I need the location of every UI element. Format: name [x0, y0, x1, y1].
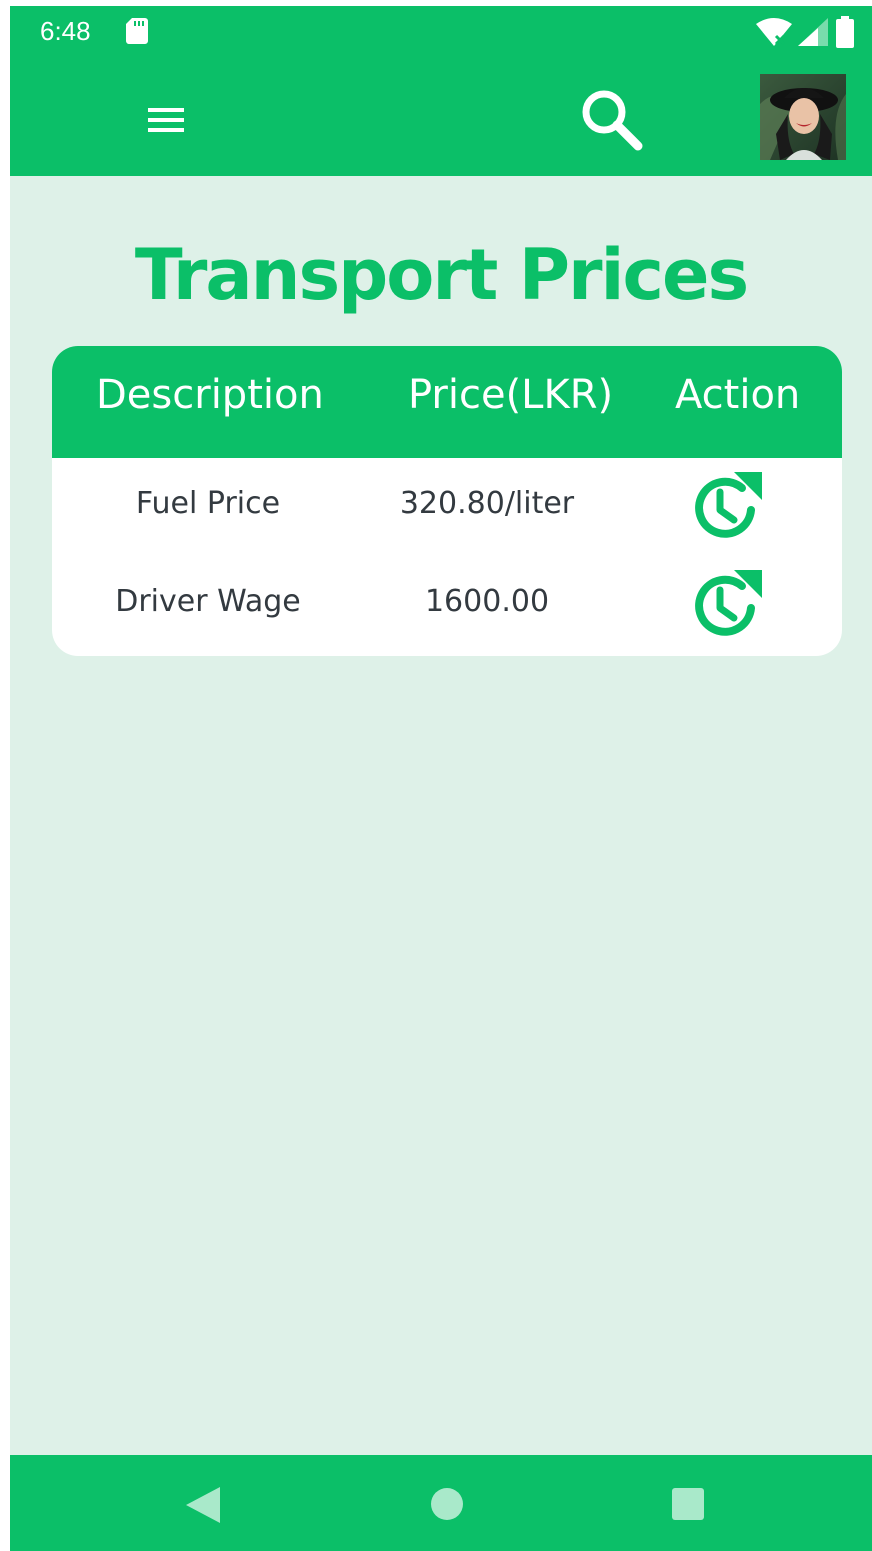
status-bar: 6:48	[10, 6, 872, 58]
row-description: Fuel Price	[135, 486, 281, 521]
table-row: Driver Wage 1600.00	[52, 556, 842, 654]
update-driver-wage-button[interactable]	[686, 566, 764, 644]
user-avatar[interactable]	[760, 74, 846, 160]
update-fuel-price-button[interactable]	[686, 468, 764, 546]
menu-button[interactable]	[144, 98, 188, 142]
price-table: Description Price(LKR) Action Fuel Price…	[52, 346, 842, 656]
header-action: Action	[675, 372, 801, 418]
status-time: 6:48	[40, 16, 91, 46]
recents-icon[interactable]	[672, 1488, 704, 1520]
app-bar	[10, 58, 872, 176]
table-header: Description Price(LKR) Action	[52, 346, 842, 458]
table-row: Fuel Price 320.80/liter	[52, 458, 842, 556]
menu-icon	[148, 108, 184, 132]
sd-card-icon	[126, 18, 148, 44]
search-button[interactable]	[576, 84, 648, 156]
signal-icon	[798, 18, 828, 46]
home-icon[interactable]	[430, 1487, 464, 1521]
back-icon[interactable]	[186, 1487, 220, 1523]
system-nav-bar	[10, 1455, 872, 1551]
row-price: 1600.00	[424, 584, 550, 619]
row-price: 320.80/liter	[399, 486, 575, 521]
row-description: Driver Wage	[115, 584, 301, 619]
header-price: Price(LKR)	[408, 372, 614, 418]
header-description: Description	[96, 372, 324, 418]
battery-icon	[836, 16, 854, 48]
avatar-photo-icon	[760, 74, 846, 160]
page-title: Transport Prices	[134, 234, 749, 316]
search-icon	[582, 90, 643, 151]
update-history-icon	[695, 472, 762, 538]
app-screen: 6:48 Transport Prices Description Price(…	[10, 6, 872, 1551]
wifi-icon	[756, 18, 792, 46]
update-history-icon	[695, 570, 762, 636]
